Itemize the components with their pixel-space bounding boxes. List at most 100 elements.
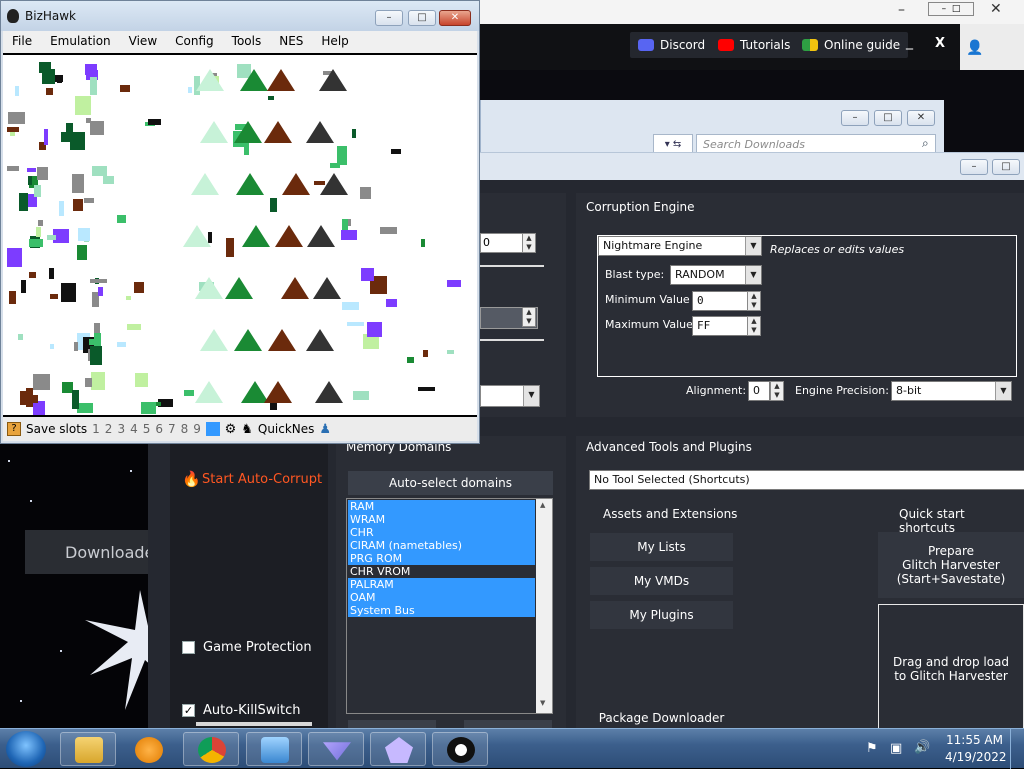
taskbar-chrome[interactable]: [183, 732, 239, 766]
minimum-value-spinner[interactable]: ▲ ▼: [747, 291, 761, 311]
glitch-tile: [37, 167, 48, 180]
bizhawk-minimize-button[interactable]: –: [375, 10, 403, 26]
memory-domain-item[interactable]: OAM: [348, 591, 535, 604]
menu-nes[interactable]: NES: [270, 31, 312, 53]
memory-domain-list[interactable]: RAM WRAM CHR CIRAM (nametables) PRG ROM CHR V…: [346, 498, 553, 714]
launcher-close-button[interactable]: X: [935, 36, 945, 51]
launcher-titlebar-minimize[interactable]: –: [898, 2, 905, 18]
search-icon[interactable]: ⌕: [922, 136, 929, 151]
launcher-titlebar-close[interactable]: ✕: [990, 1, 1002, 17]
memory-domain-item[interactable]: CIRAM (nametables): [348, 539, 535, 552]
taskbar-incognito-app[interactable]: [432, 732, 488, 766]
start-orb-icon[interactable]: [6, 731, 46, 767]
auto-select-domains-button[interactable]: Auto-select domains: [348, 471, 553, 495]
memory-domain-item[interactable]: CHR VROM: [348, 565, 535, 578]
network-warning-icon[interactable]: ⚑: [866, 741, 878, 756]
menu-help[interactable]: Help: [312, 31, 357, 53]
interval-spinner[interactable]: ▲ ▼: [522, 307, 536, 327]
save-slot-4[interactable]: 4: [130, 422, 138, 436]
glitch-triangle: [183, 225, 211, 247]
volume-icon[interactable]: 🔊: [914, 740, 930, 755]
launcher-minimize-button[interactable]: _: [906, 34, 913, 50]
rtc-maximize-button[interactable]: □: [992, 159, 1020, 175]
launcher-titlebar-buttons[interactable]: – □: [928, 2, 974, 16]
my-vmds-button[interactable]: My VMDs: [590, 567, 733, 595]
clock-date[interactable]: 4/19/2022: [945, 750, 1007, 764]
rtc-minimize-button[interactable]: –: [960, 159, 988, 175]
menu-file[interactable]: File: [3, 31, 41, 53]
taskbar-rtc-launcher[interactable]: [308, 732, 364, 766]
my-plugins-button[interactable]: My Plugins: [590, 601, 733, 629]
glitch-tile: [73, 199, 83, 211]
menu-config[interactable]: Config: [166, 31, 223, 53]
scroll-down-icon[interactable]: ▼: [540, 699, 545, 707]
bizhawk-close-button[interactable]: ✕: [439, 10, 471, 26]
maximum-value-spinner[interactable]: ▲ ▼: [747, 316, 761, 336]
quick-start-title: Quick start shortcuts: [899, 507, 965, 535]
intensity-slider[interactable]: [480, 265, 544, 267]
downloads-minimize-button[interactable]: –: [841, 110, 869, 126]
menu-view[interactable]: View: [120, 31, 166, 53]
memory-domain-item[interactable]: RAM: [348, 500, 535, 513]
save-slot-8[interactable]: 8: [181, 422, 189, 436]
domain-list-scrollbar[interactable]: ▲ ▼: [536, 499, 552, 713]
blast-radius-dropdown[interactable]: ▼: [480, 385, 540, 407]
minimum-value-field[interactable]: 0: [692, 291, 748, 311]
taskbar-rtc-glitch[interactable]: [370, 732, 426, 766]
show-desktop-button[interactable]: [1010, 729, 1024, 769]
prepare-line-2: Glitch Harvester: [902, 558, 1000, 572]
prepare-glitch-harvester-button[interactable]: Prepare Glitch Harvester (Start+Savestat…: [878, 532, 1024, 598]
downloads-maximize-button[interactable]: □: [874, 110, 902, 126]
drag-line-1: Drag and drop load: [892, 655, 1010, 669]
online-guide-button[interactable]: Online guide: [794, 32, 909, 58]
alignment-spinner[interactable]: ▲ ▼: [770, 381, 784, 401]
save-slot-5[interactable]: 5: [143, 422, 151, 436]
maximum-value-field[interactable]: FF: [692, 316, 748, 336]
interval-slider[interactable]: [480, 339, 544, 341]
alignment-field[interactable]: 0: [748, 381, 770, 401]
memory-domain-item[interactable]: PALRAM: [348, 578, 535, 591]
select-all-button[interactable]: [348, 720, 436, 728]
downloads-close-button[interactable]: ✕: [907, 110, 935, 126]
taskbar-control-panel[interactable]: [246, 732, 302, 766]
save-slot-0-active[interactable]: 0: [205, 422, 220, 436]
game-protection-checkbox[interactable]: [182, 641, 195, 654]
memory-domain-item[interactable]: CHR: [348, 526, 535, 539]
discord-button[interactable]: Discord: [630, 32, 714, 58]
emulator-screen[interactable]: [3, 53, 477, 417]
network-icon[interactable]: ▣: [890, 741, 902, 756]
user-icon: ♟: [319, 421, 332, 437]
save-slot-6[interactable]: 6: [155, 422, 163, 436]
glitch-harvester-drop-zone[interactable]: Drag and drop load to Glitch Harvester: [878, 604, 1024, 734]
clock-time[interactable]: 11:55 AM: [946, 733, 1003, 747]
save-slot-1[interactable]: 1: [92, 422, 100, 436]
engine-dropdown[interactable]: Nightmare Engine ▼: [598, 236, 762, 256]
start-auto-corrupt-button[interactable]: Start Auto-Corrupt: [202, 472, 322, 487]
taskbar-file-explorer[interactable]: [60, 732, 116, 766]
tool-select-dropdown[interactable]: No Tool Selected (Shortcuts): [589, 470, 1024, 490]
blast-type-dropdown[interactable]: RANDOM ▼: [670, 265, 762, 285]
scroll-up-icon[interactable]: ▲: [540, 501, 545, 509]
intensity-spinner[interactable]: ▲ ▼: [522, 233, 536, 253]
save-slot-9[interactable]: 9: [193, 422, 201, 436]
memory-domain-item[interactable]: System Bus: [348, 604, 535, 617]
auto-killswitch-checkbox[interactable]: ✓: [182, 704, 195, 717]
menu-emulation[interactable]: Emulation: [41, 31, 120, 53]
taskbar-media-player[interactable]: [120, 732, 176, 766]
user-icon[interactable]: 👤: [966, 40, 983, 56]
incognito-icon: [447, 737, 475, 763]
downloads-tile[interactable]: Downloade: [25, 530, 154, 574]
engine-precision-dropdown[interactable]: 8-bit ▼: [891, 381, 1012, 401]
memory-domain-item[interactable]: WRAM: [348, 513, 535, 526]
bizhawk-maximize-button[interactable]: □: [408, 10, 436, 26]
glitch-triangle: [225, 277, 253, 299]
glitch-tile: [38, 220, 43, 226]
save-slot-3[interactable]: 3: [117, 422, 125, 436]
my-lists-button[interactable]: My Lists: [590, 533, 733, 561]
menu-tools[interactable]: Tools: [223, 31, 271, 53]
save-slot-2[interactable]: 2: [105, 422, 113, 436]
tutorials-button[interactable]: Tutorials: [710, 32, 799, 58]
unselect-all-button[interactable]: [464, 720, 552, 728]
memory-domain-item[interactable]: PRG ROM: [348, 552, 535, 565]
save-slot-7[interactable]: 7: [168, 422, 176, 436]
